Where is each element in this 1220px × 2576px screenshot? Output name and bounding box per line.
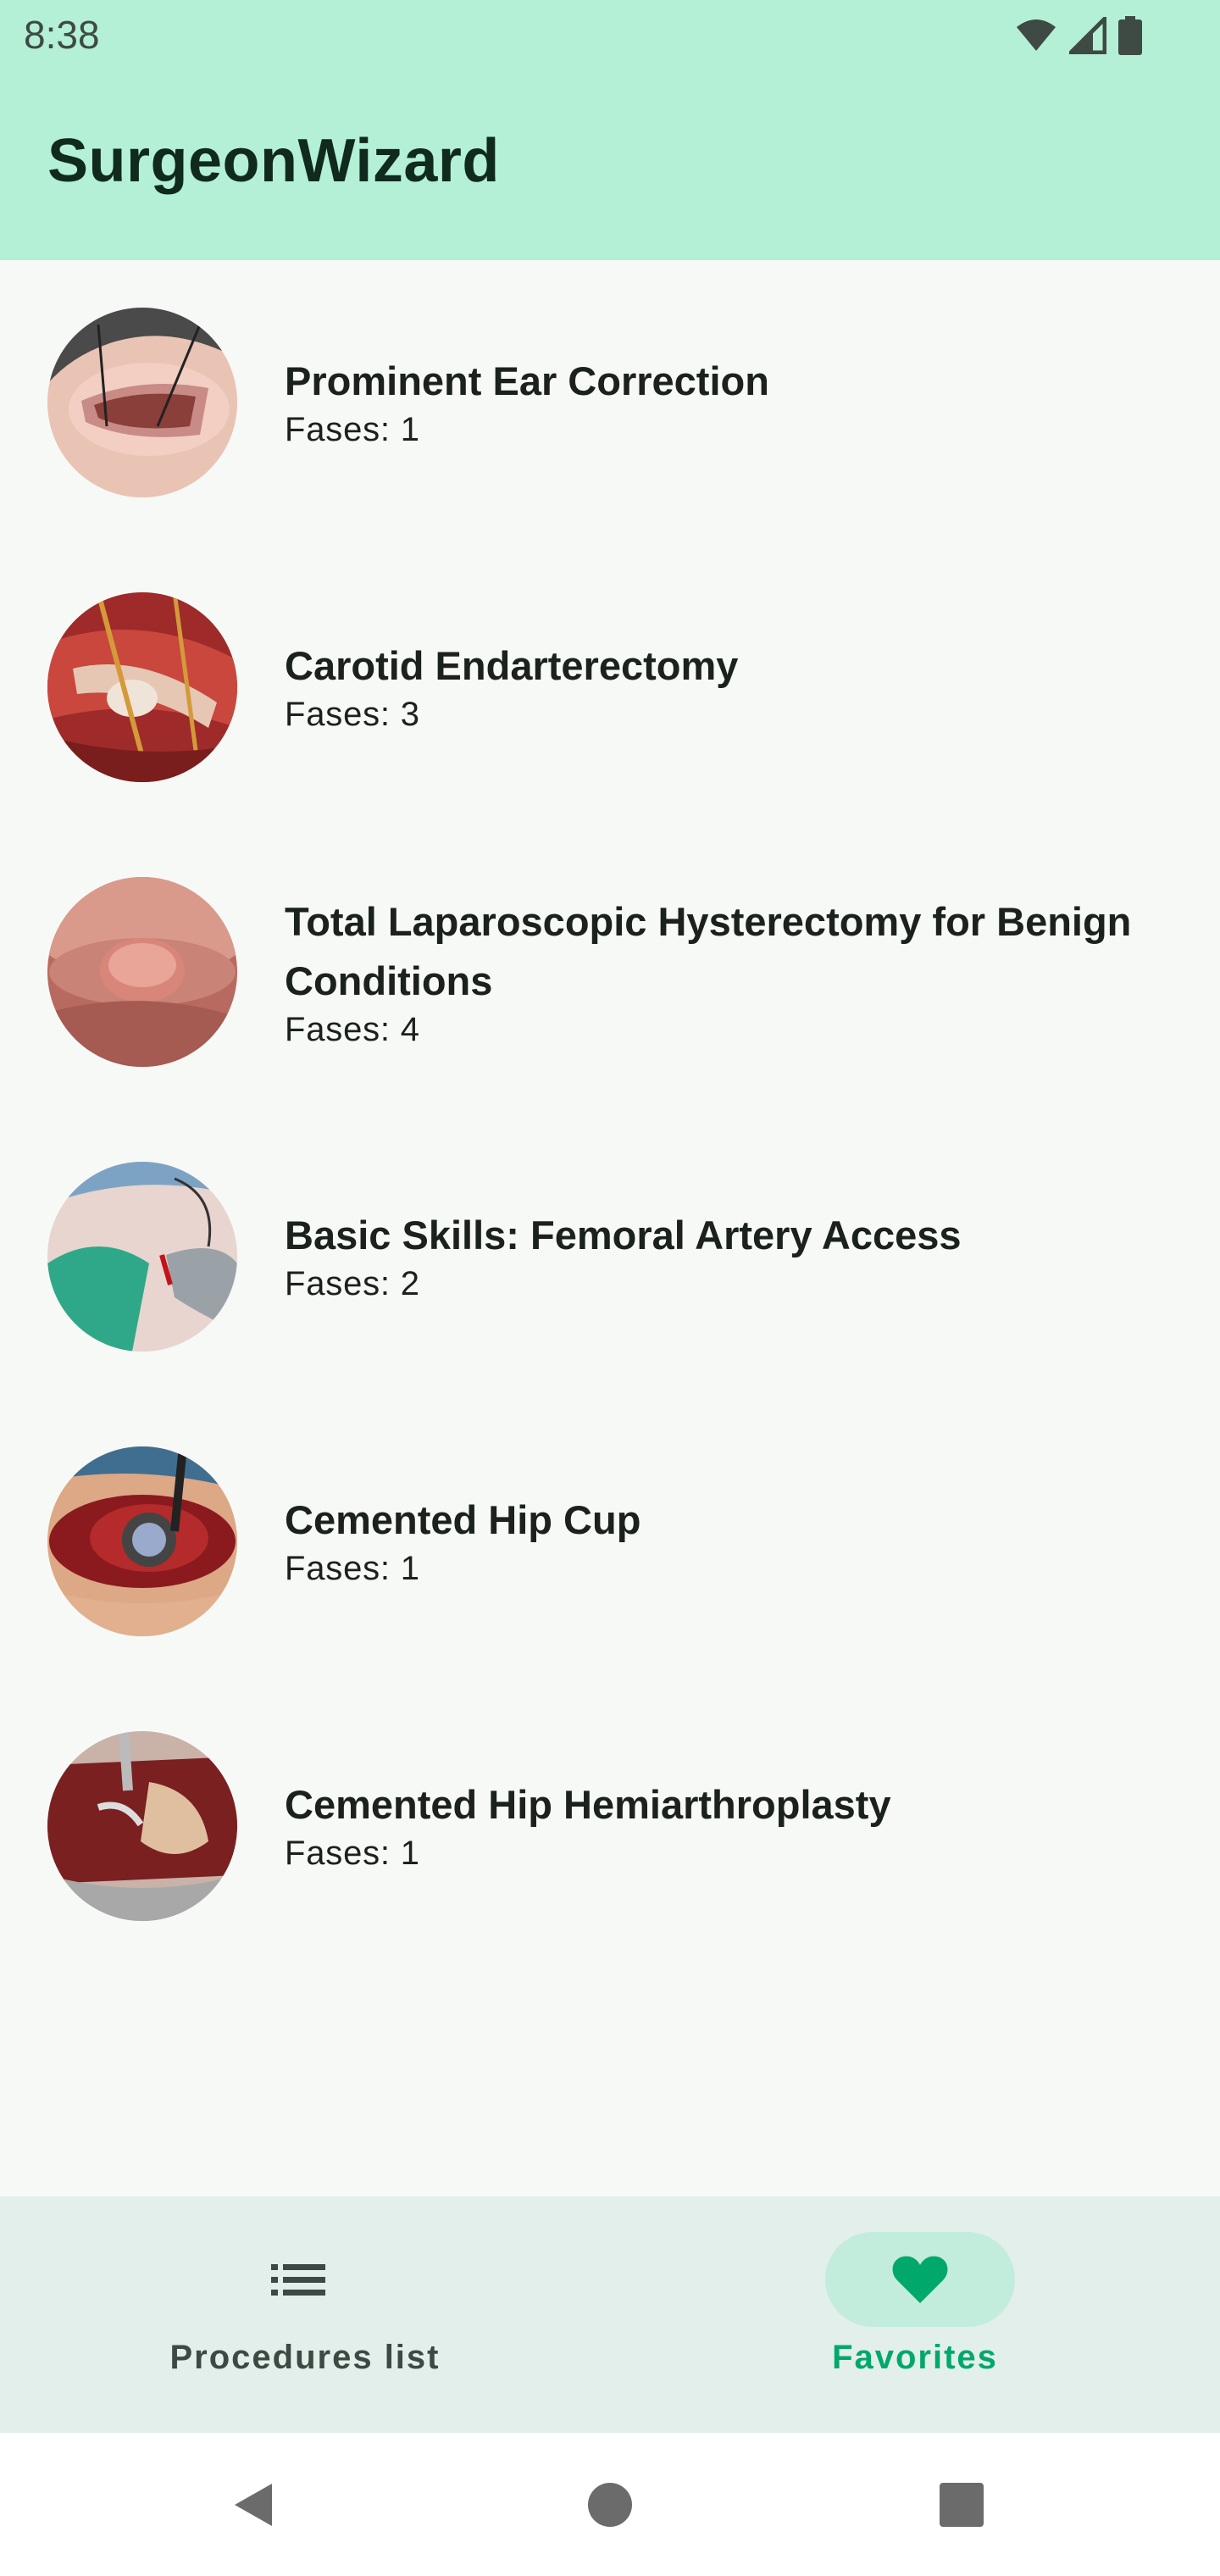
procedure-item[interactable]: Basic Skills: Femoral Artery Access Fase… <box>0 1114 1220 1399</box>
procedure-phases: Fases: 3 <box>285 696 420 733</box>
procedure-thumbnail <box>47 592 237 782</box>
procedure-thumbnail <box>47 308 237 497</box>
nav-label: Favorites <box>832 2339 998 2376</box>
procedure-text: Basic Skills: Femoral Artery Access Fase… <box>285 1206 1183 1302</box>
procedure-title: Basic Skills: Femoral Artery Access <box>285 1213 962 1257</box>
procedure-phases: Fases: 4 <box>285 1011 420 1048</box>
system-navigation-bar <box>0 2433 1220 2576</box>
procedure-title: Carotid Endarterectomy <box>285 643 739 688</box>
status-bar: 8:38 <box>0 0 1220 74</box>
procedure-thumbnail <box>47 1731 237 1921</box>
heart-icon <box>892 2256 948 2303</box>
app-bar: SurgeonWizard <box>0 74 1220 260</box>
procedure-item[interactable]: Prominent Ear Correction Fases: 1 <box>0 260 1220 545</box>
status-icons <box>1015 15 1142 56</box>
home-icon[interactable] <box>572 2467 648 2543</box>
procedure-thumbnail <box>47 877 237 1067</box>
nav-label: Procedures list <box>169 2339 441 2376</box>
procedure-item[interactable]: Total Laparoscopic Hysterectomy for Beni… <box>0 830 1220 1114</box>
nav-item-procedures-list[interactable]: Procedures list <box>0 2196 610 2433</box>
back-icon[interactable] <box>216 2467 292 2543</box>
battery-icon <box>1118 16 1142 55</box>
procedure-text: Cemented Hip Cup Fases: 1 <box>285 1491 1183 1587</box>
procedure-text: Carotid Endarterectomy Fases: 3 <box>285 636 1183 733</box>
signal-icon <box>1069 17 1106 54</box>
procedure-thumbnail <box>47 1446 237 1636</box>
list-icon <box>271 2264 325 2296</box>
nav-item-favorites[interactable]: Favorites <box>610 2196 1220 2433</box>
procedure-item[interactable]: Cemented Hip Cup Fases: 1 <box>0 1399 1220 1684</box>
procedure-phases: Fases: 1 <box>285 1835 420 1872</box>
procedure-thumbnail <box>47 1162 237 1352</box>
procedure-title: Total Laparoscopic Hysterectomy for Beni… <box>285 899 1132 1003</box>
recents-icon[interactable] <box>923 2467 1000 2543</box>
procedure-phases: Fases: 2 <box>285 1265 420 1302</box>
procedure-text: Cemented Hip Hemiarthroplasty Fases: 1 <box>285 1775 1183 1872</box>
procedure-title: Cemented Hip Cup <box>285 1497 641 1542</box>
procedure-item[interactable]: Carotid Endarterectomy Fases: 3 <box>0 545 1220 830</box>
app-title: SurgeonWizard <box>47 127 500 195</box>
procedure-phases: Fases: 1 <box>285 411 420 448</box>
procedure-text: Prominent Ear Correction Fases: 1 <box>285 352 1183 448</box>
procedure-title: Prominent Ear Correction <box>285 358 769 403</box>
procedure-item[interactable]: Cemented Hip Hemiarthroplasty Fases: 1 <box>0 1684 1220 1968</box>
procedure-title: Cemented Hip Hemiarthroplasty <box>285 1782 891 1827</box>
wifi-icon <box>1017 19 1056 51</box>
procedure-phases: Fases: 1 <box>285 1550 420 1587</box>
procedure-text: Total Laparoscopic Hysterectomy for Beni… <box>285 892 1183 1048</box>
status-time: 8:38 <box>24 13 100 57</box>
bottom-navigation: Procedures list Favorites <box>0 2196 1220 2433</box>
